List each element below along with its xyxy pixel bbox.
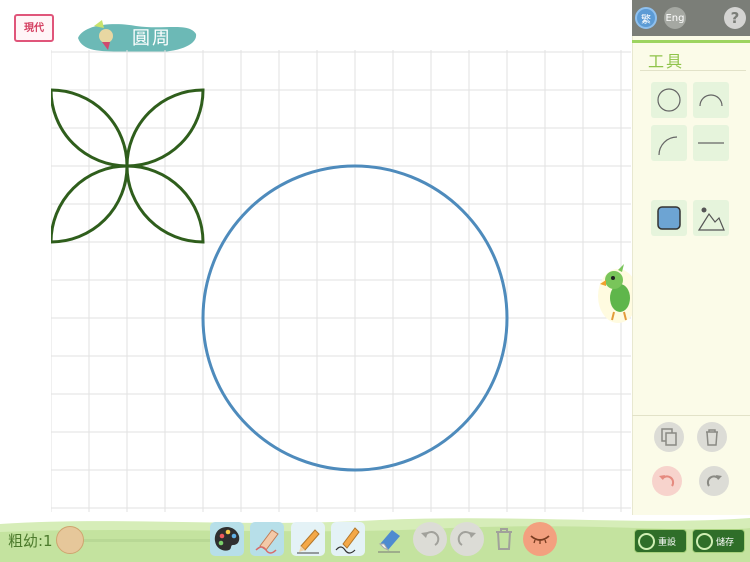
line-icon xyxy=(698,142,724,144)
marker-icon xyxy=(255,529,279,554)
fill-tool-button[interactable] xyxy=(651,200,687,236)
trash-icon xyxy=(706,429,718,446)
copy-icon xyxy=(661,428,677,446)
redo-button[interactable] xyxy=(699,466,729,496)
mountain-image-icon xyxy=(697,207,725,231)
undo-icon xyxy=(659,475,675,487)
grid-lines xyxy=(51,50,631,512)
palette-button[interactable] xyxy=(210,522,244,556)
undo-icon xyxy=(421,531,440,546)
reset-label: 重設 xyxy=(658,537,677,548)
quarter-arc-tool-button[interactable] xyxy=(651,125,687,161)
divider xyxy=(640,70,746,71)
redo-icon xyxy=(706,475,722,487)
redo-icon xyxy=(457,531,476,546)
pencil-button[interactable] xyxy=(291,522,325,556)
quarter-arc-icon xyxy=(658,136,678,156)
thickness-slider-track[interactable] xyxy=(72,539,222,542)
thickness-slider-knob[interactable] xyxy=(56,526,84,554)
hide-button[interactable] xyxy=(523,522,557,556)
drawing-canvas[interactable] xyxy=(51,50,631,512)
line-tool-button[interactable] xyxy=(693,125,729,161)
language-english-button[interactable]: Eng xyxy=(664,7,686,29)
semicircle-arc-icon xyxy=(699,94,723,107)
panel-accent-line xyxy=(632,40,750,43)
delete-shape-button[interactable] xyxy=(697,422,727,452)
copy-button[interactable] xyxy=(654,422,684,452)
arc-tool-button[interactable] xyxy=(693,82,729,118)
eraser-icon xyxy=(378,530,400,553)
freehand-pencil-icon xyxy=(335,527,360,554)
marker-pen-button[interactable] xyxy=(250,522,284,556)
publisher-logo: 現代 xyxy=(14,14,54,42)
closed-eye-icon xyxy=(530,535,550,544)
bird-icon xyxy=(99,29,113,43)
pencil-icon xyxy=(297,529,320,554)
undo-button[interactable] xyxy=(652,466,682,496)
canvas-redo-button[interactable] xyxy=(450,522,484,556)
help-button[interactable]: ? xyxy=(724,7,746,29)
trash-icon xyxy=(496,528,512,550)
clear-canvas-button[interactable] xyxy=(487,522,521,556)
page-title: 圓周 xyxy=(132,28,172,49)
image-tool-button[interactable] xyxy=(693,200,729,236)
save-label: 儲存 xyxy=(716,537,735,548)
reset-button[interactable]: 重設 xyxy=(634,529,687,553)
circle-tool-button[interactable] xyxy=(651,82,687,118)
thickness-label: 粗幼:1 xyxy=(8,532,53,550)
circle-icon xyxy=(657,88,681,112)
tools-heading: 工具 xyxy=(648,52,685,71)
eraser-button[interactable] xyxy=(372,522,406,556)
power-icon xyxy=(696,532,713,550)
filled-square-icon xyxy=(657,206,681,230)
palette-icon xyxy=(214,527,240,551)
refresh-icon xyxy=(638,532,655,550)
canvas-undo-button[interactable] xyxy=(413,522,447,556)
save-button[interactable]: 儲存 xyxy=(692,529,745,553)
divider xyxy=(632,415,750,416)
tool-panel xyxy=(632,0,750,515)
language-traditional-chinese-button[interactable]: 繁 xyxy=(635,7,657,29)
freehand-pencil-button[interactable] xyxy=(331,522,365,556)
